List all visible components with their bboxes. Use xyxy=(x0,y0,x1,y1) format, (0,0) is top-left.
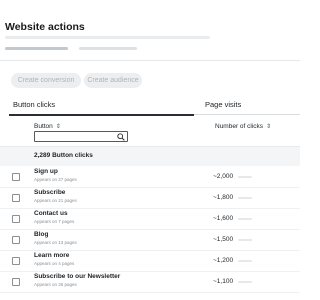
sort-icon[interactable]: ⇕ xyxy=(56,124,61,130)
search-icon xyxy=(117,133,125,141)
divider xyxy=(0,60,300,61)
row-label: Contact us xyxy=(34,210,68,217)
create-audience-button[interactable]: Create audience xyxy=(84,73,142,88)
row-bar xyxy=(238,260,252,262)
row-label: Sign up xyxy=(34,168,58,175)
row-checkbox[interactable] xyxy=(12,278,20,286)
row-sub: Appears on 13 pages xyxy=(34,240,77,245)
search-input[interactable] xyxy=(34,131,128,142)
column-header-clicks[interactable]: Number of clicks ⇕ xyxy=(215,123,271,130)
page-title: Website actions xyxy=(5,21,85,33)
sort-icon[interactable]: ⇕ xyxy=(266,124,271,130)
tab-button-clicks[interactable]: Button clicks xyxy=(13,100,55,109)
tab-divider xyxy=(194,114,300,115)
row-clicks: ~2,000 xyxy=(213,173,234,180)
table-row[interactable]: Subscribe to our Newsletter Appears on 26… xyxy=(0,272,300,292)
row-checkbox[interactable] xyxy=(12,236,20,244)
row-sub: Appears on 21 pages xyxy=(34,198,77,203)
table-row[interactable]: Contact us Appears on 7 pages ~1,600 xyxy=(0,209,300,229)
row-clicks: ~1,800 xyxy=(213,194,234,201)
row-label: Subscribe to our Newsletter xyxy=(34,273,121,280)
row-sub: Appears on 26 pages xyxy=(34,282,77,287)
tab-active[interactable] xyxy=(5,47,68,50)
column-header-clicks-label: Number of clicks xyxy=(215,123,264,130)
row-checkbox[interactable] xyxy=(12,173,20,181)
table-row[interactable]: Subscribe Appears on 21 pages ~1,800 xyxy=(0,188,300,208)
row-label: Learn more xyxy=(34,252,70,259)
summary-count: 2,289 Button clicks xyxy=(34,152,93,159)
row-divider xyxy=(0,292,300,293)
row-checkbox[interactable] xyxy=(12,257,20,265)
tab-inactive[interactable] xyxy=(79,47,137,50)
row-bar xyxy=(238,176,252,178)
title-underline xyxy=(5,36,210,39)
row-checkbox[interactable] xyxy=(12,215,20,223)
tab-page-visits[interactable]: Page visits xyxy=(205,100,241,109)
table-row[interactable]: Learn more Appears on 4 pages ~1,200 xyxy=(0,251,300,271)
row-clicks: ~1,200 xyxy=(213,257,234,264)
row-bar xyxy=(238,239,252,241)
row-bar xyxy=(238,281,252,283)
table-row[interactable]: Sign up Appears on 27 pages ~2,000 xyxy=(0,167,300,187)
row-label: Subscribe xyxy=(34,189,66,196)
row-sub: Appears on 4 pages xyxy=(34,261,75,266)
row-clicks: ~1,100 xyxy=(213,278,234,285)
column-header-button[interactable]: Button ⇕ xyxy=(34,123,61,130)
row-label: Blog xyxy=(34,231,49,238)
row-clicks: ~1,500 xyxy=(213,236,234,243)
row-checkbox[interactable] xyxy=(12,194,20,202)
row-bar xyxy=(238,218,252,220)
table-row[interactable]: Blog Appears on 13 pages ~1,500 xyxy=(0,230,300,250)
row-sub: Appears on 7 pages xyxy=(34,219,75,224)
row-bar xyxy=(238,197,252,199)
row-clicks: ~1,600 xyxy=(213,215,234,222)
create-conversion-button[interactable]: Create conversion xyxy=(11,73,81,88)
active-tab-indicator xyxy=(9,114,194,116)
row-sub: Appears on 27 pages xyxy=(34,177,77,182)
column-header-button-label: Button xyxy=(34,123,53,130)
